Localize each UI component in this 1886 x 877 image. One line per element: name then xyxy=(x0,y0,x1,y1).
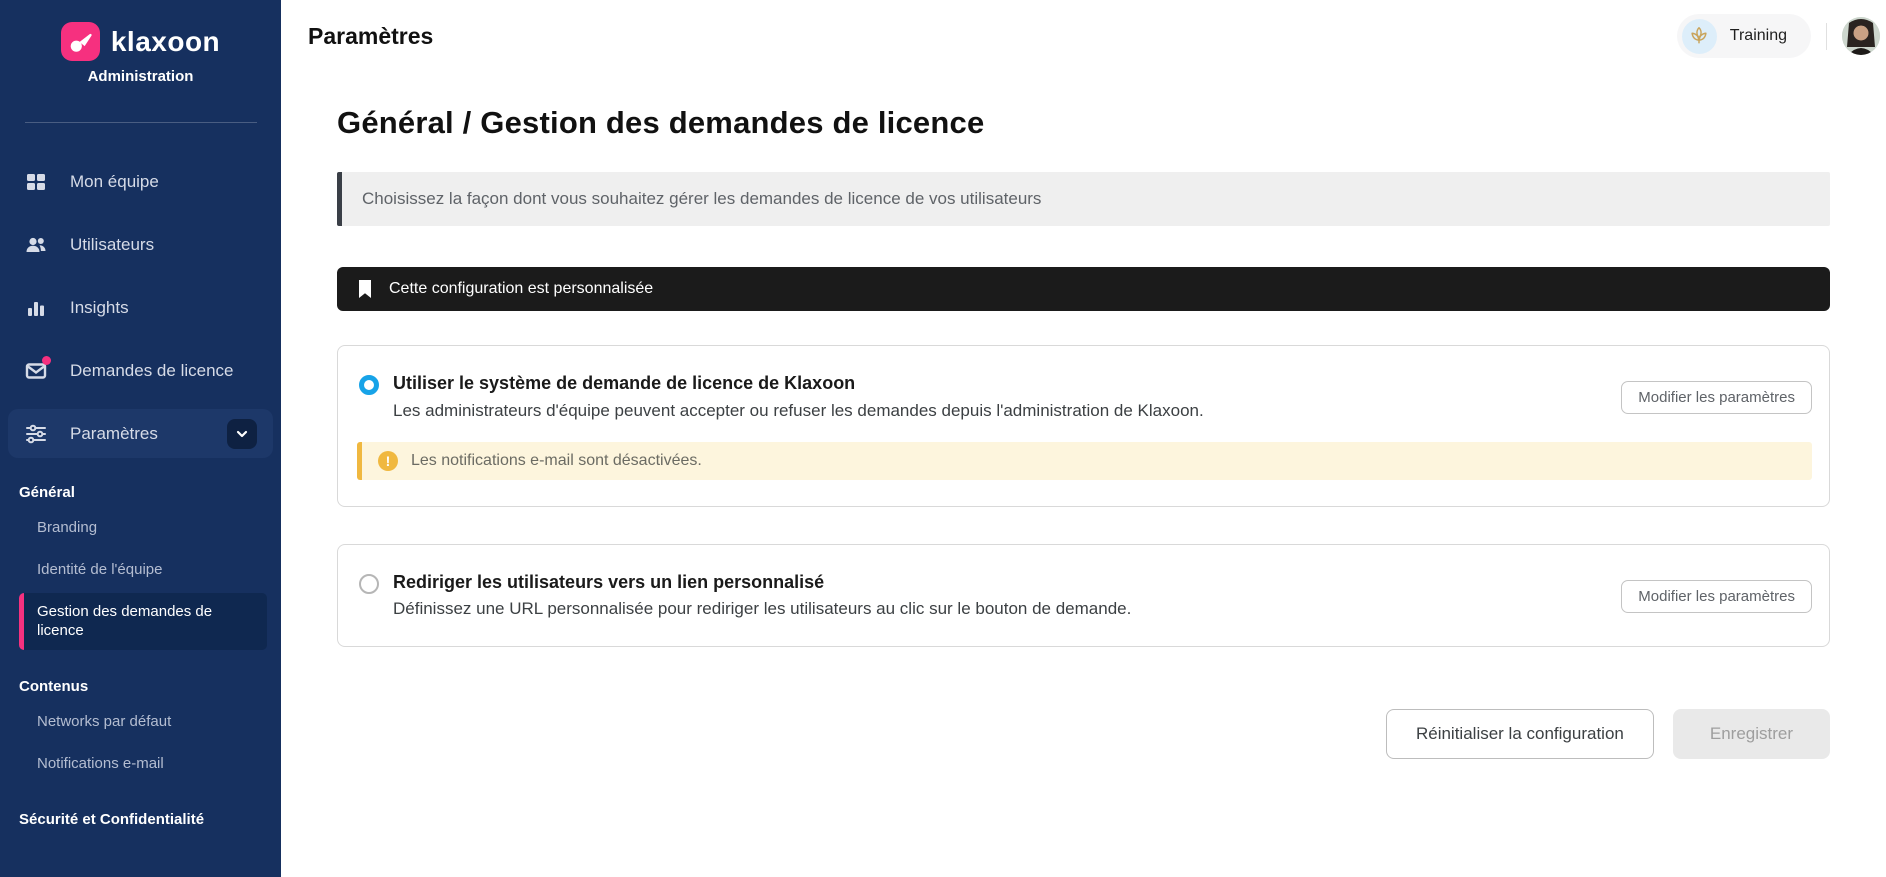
exclamation-circle-icon: ! xyxy=(378,450,398,471)
lotus-flower-icon xyxy=(1681,18,1717,54)
modify-settings-button[interactable]: Modifier les paramètres xyxy=(1621,579,1812,613)
sliders-icon xyxy=(26,424,46,443)
option-header: Utiliser le système de demande de licenc… xyxy=(357,372,1812,422)
page-title: Paramètres xyxy=(308,22,434,49)
section-header-contenus: Contenus xyxy=(19,678,89,696)
sidebar-item-utilisateurs[interactable]: Utilisateurs xyxy=(8,220,273,269)
bar-chart-icon xyxy=(28,301,44,316)
topbar-divider xyxy=(1826,22,1827,50)
banner-text: Cette configuration est personnalisée xyxy=(389,280,654,297)
option-description: Définissez une URL personnalisée pour re… xyxy=(393,599,1132,619)
sidebar-item-label: Insights xyxy=(70,297,129,317)
option-text: Rediriger les utilisateurs vers un lien … xyxy=(393,571,1151,621)
topbar: Paramètres Training xyxy=(281,0,1886,72)
sidebar-item-parametres[interactable]: Paramètres xyxy=(8,409,273,458)
custom-config-banner: Cette configuration est personnalisée xyxy=(337,267,1830,311)
page-heading: Général / Gestion des demandes de licenc… xyxy=(337,105,985,140)
sidebar-item-branding[interactable]: Branding xyxy=(0,507,281,549)
sidebar-item-networks-par-defaut[interactable]: Networks par défaut xyxy=(0,701,281,743)
save-button[interactable]: Enregistrer xyxy=(1672,709,1830,760)
sidebar-item-demandes-de-licence[interactable]: Demandes de licence xyxy=(8,346,273,395)
footer-actions: Réinitialiser la configuration Enregistr… xyxy=(337,709,1830,760)
training-label: Training xyxy=(1729,27,1787,44)
email-notifications-warning: ! Les notifications e-mail sont désactiv… xyxy=(357,441,1812,480)
sidebar-divider xyxy=(25,122,257,123)
notification-dot xyxy=(42,355,51,365)
option-title: Utiliser le système de demande de licenc… xyxy=(393,373,856,393)
radio-klaxoon-system[interactable] xyxy=(359,375,379,395)
sidebar-item-gestion-demandes-licence[interactable]: Gestion des demandes de licence xyxy=(19,592,267,651)
sidebar-item-label: Mon équipe xyxy=(70,171,159,191)
sidebar-item-identite-equipe[interactable]: Identité de l'équipe xyxy=(0,549,281,591)
radio-custom-link[interactable] xyxy=(359,573,379,594)
option-text: Utiliser le système de demande de licenc… xyxy=(393,372,1224,422)
warning-text: Les notifications e-mail sont désactivée… xyxy=(411,451,702,469)
option-card-custom-link: Rediriger les utilisateurs vers un lien … xyxy=(337,543,1830,648)
content: Général / Gestion des demandes de licenc… xyxy=(281,72,1886,760)
sidebar-item-insights[interactable]: Insights xyxy=(8,283,273,332)
klaxoon-logo-icon xyxy=(60,22,100,61)
modify-settings-button[interactable]: Modifier les paramètres xyxy=(1621,381,1812,414)
option-header: Rediriger les utilisateurs vers un lien … xyxy=(357,571,1812,621)
reset-configuration-button[interactable]: Réinitialiser la configuration xyxy=(1385,709,1654,760)
mail-icon xyxy=(24,355,51,383)
user-avatar[interactable] xyxy=(1842,17,1880,55)
sidebar-item-label: Demandes de licence xyxy=(70,360,234,380)
brand: klaxoon xyxy=(0,22,281,61)
sidebar-item-label: Paramètres xyxy=(70,423,158,443)
chevron-down-icon xyxy=(236,430,248,437)
main-column: Paramètres Training Général / Gestion de… xyxy=(281,0,1886,877)
bookmark-icon xyxy=(359,280,371,298)
info-note-text: Choisissez la façon dont vous souhaitez … xyxy=(362,189,1042,208)
option-title: Rediriger les utilisateurs vers un lien … xyxy=(393,571,825,592)
section-header-general: Général xyxy=(19,484,75,501)
brand-name: klaxoon xyxy=(110,25,221,57)
sidebar-item-notifications-email[interactable]: Notifications e-mail xyxy=(0,743,281,785)
option-description: Les administrateurs d'équipe peuvent acc… xyxy=(393,400,1204,420)
collapse-settings-button[interactable] xyxy=(227,418,257,449)
section-header-securite: Sécurité et Confidentialité xyxy=(19,810,205,828)
sidebar-item-label: Utilisateurs xyxy=(70,234,155,254)
brand-subtitle: Administration xyxy=(87,68,194,85)
info-note: Choisissez la façon dont vous souhaitez … xyxy=(337,172,1830,226)
training-button[interactable]: Training xyxy=(1676,14,1811,58)
sidebar: klaxoon Administration Mon équipe Utilis… xyxy=(0,0,281,877)
users-icon xyxy=(26,237,46,252)
sidebar-item-mon-equipe[interactable]: Mon équipe xyxy=(8,157,273,206)
grid-icon xyxy=(27,173,45,190)
sidebar-nav: Mon équipe Utilisateurs Insights Demande… xyxy=(0,143,281,458)
option-card-klaxoon-system: Utiliser le système de demande de licenc… xyxy=(337,345,1830,507)
topbar-right: Training xyxy=(1676,14,1880,58)
